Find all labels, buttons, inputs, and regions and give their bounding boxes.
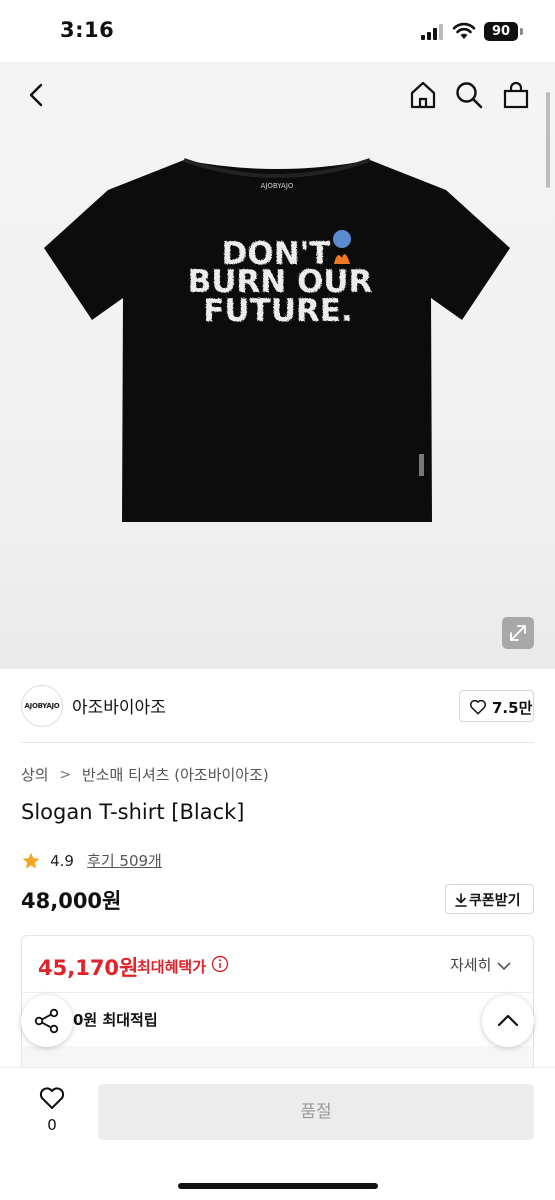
review-link[interactable]: 후기 509개 xyxy=(87,850,162,871)
earth-badge-icon xyxy=(333,230,351,248)
max-points-text: 0원 최대적립 xyxy=(73,1011,158,1029)
bottom-action-bar: 0 품절 xyxy=(0,1067,555,1200)
scrollbar-thumb[interactable] xyxy=(546,92,550,188)
coupon-button[interactable]: 쿠폰받기 xyxy=(445,884,534,914)
status-bar: 3:16 90 xyxy=(0,0,555,62)
product-price: 48,000원 xyxy=(21,889,122,913)
chevron-right-icon: > xyxy=(59,766,72,783)
heart-icon xyxy=(39,1087,65,1109)
max-benefit-label: 최대혜택가 xyxy=(137,958,207,976)
brand-logo[interactable]: AJOBYAJO xyxy=(21,685,63,727)
expand-icon xyxy=(510,625,526,641)
benefit-box: 45,170원 최대혜택가 자세히 0원 최대적립 xyxy=(21,935,534,1085)
status-time: 3:16 xyxy=(60,18,115,42)
max-benefit-price: 45,170원 xyxy=(38,956,139,980)
rating-value: 4.9 xyxy=(50,851,74,870)
sold-out-button[interactable]: 품절 xyxy=(98,1084,534,1140)
top-navigation xyxy=(0,70,555,120)
slogan-line-3: FUTURE. xyxy=(203,293,353,329)
breadcrumb: 상의 > 반소매 티셔츠 (아조바이아조) xyxy=(21,764,269,786)
chevron-left-icon[interactable] xyxy=(24,82,50,108)
product-title: Slogan T-shirt [Black] xyxy=(21,800,245,824)
search-icon[interactable] xyxy=(454,80,484,110)
expand-image-button[interactable] xyxy=(502,617,534,649)
breadcrumb-subcategory[interactable]: 반소매 티셔츠 (아조바이아조) xyxy=(82,764,269,785)
share-icon xyxy=(34,1008,59,1034)
battery-tip xyxy=(520,28,523,35)
coupon-label: 쿠폰받기 xyxy=(469,893,521,909)
brand-like-button[interactable]: 7.5만 xyxy=(459,690,534,722)
wifi-icon xyxy=(452,22,476,39)
neck-label: AJOBYAJO xyxy=(261,182,294,190)
rating-row: 4.9 후기 509개 xyxy=(21,850,162,872)
home-indicator xyxy=(178,1183,378,1189)
wishlist-button[interactable]: 0 xyxy=(32,1086,72,1146)
scroll-to-top-button[interactable] xyxy=(482,995,534,1047)
chevron-down-icon xyxy=(497,961,511,970)
tshirt-product-image: AJOBYAJO DON'T BURN OUR FUTURE. xyxy=(44,158,510,522)
battery-indicator: 90 xyxy=(484,22,518,41)
wishlist-count: 0 xyxy=(47,1116,57,1134)
home-icon[interactable] xyxy=(408,80,438,110)
brand-row: AJOBYAJO 아조바이아조 7.5만 xyxy=(0,669,555,743)
brand-like-count: 7.5만 xyxy=(492,699,533,717)
detail-toggle[interactable]: 자세히 xyxy=(450,954,511,975)
star-icon xyxy=(22,852,40,868)
signal-icon xyxy=(421,24,443,40)
brand-name[interactable]: 아조바이아조 xyxy=(72,693,166,718)
share-button[interactable] xyxy=(21,995,73,1047)
download-icon xyxy=(455,893,467,907)
chevron-up-icon xyxy=(497,1014,519,1027)
shopping-bag-icon[interactable] xyxy=(501,80,531,110)
breadcrumb-category[interactable]: 상의 xyxy=(21,764,49,785)
section-divider xyxy=(21,742,534,743)
heart-icon xyxy=(469,699,487,715)
benefit-divider xyxy=(22,992,533,993)
info-icon[interactable] xyxy=(211,955,229,973)
detail-label: 자세히 xyxy=(450,956,492,974)
